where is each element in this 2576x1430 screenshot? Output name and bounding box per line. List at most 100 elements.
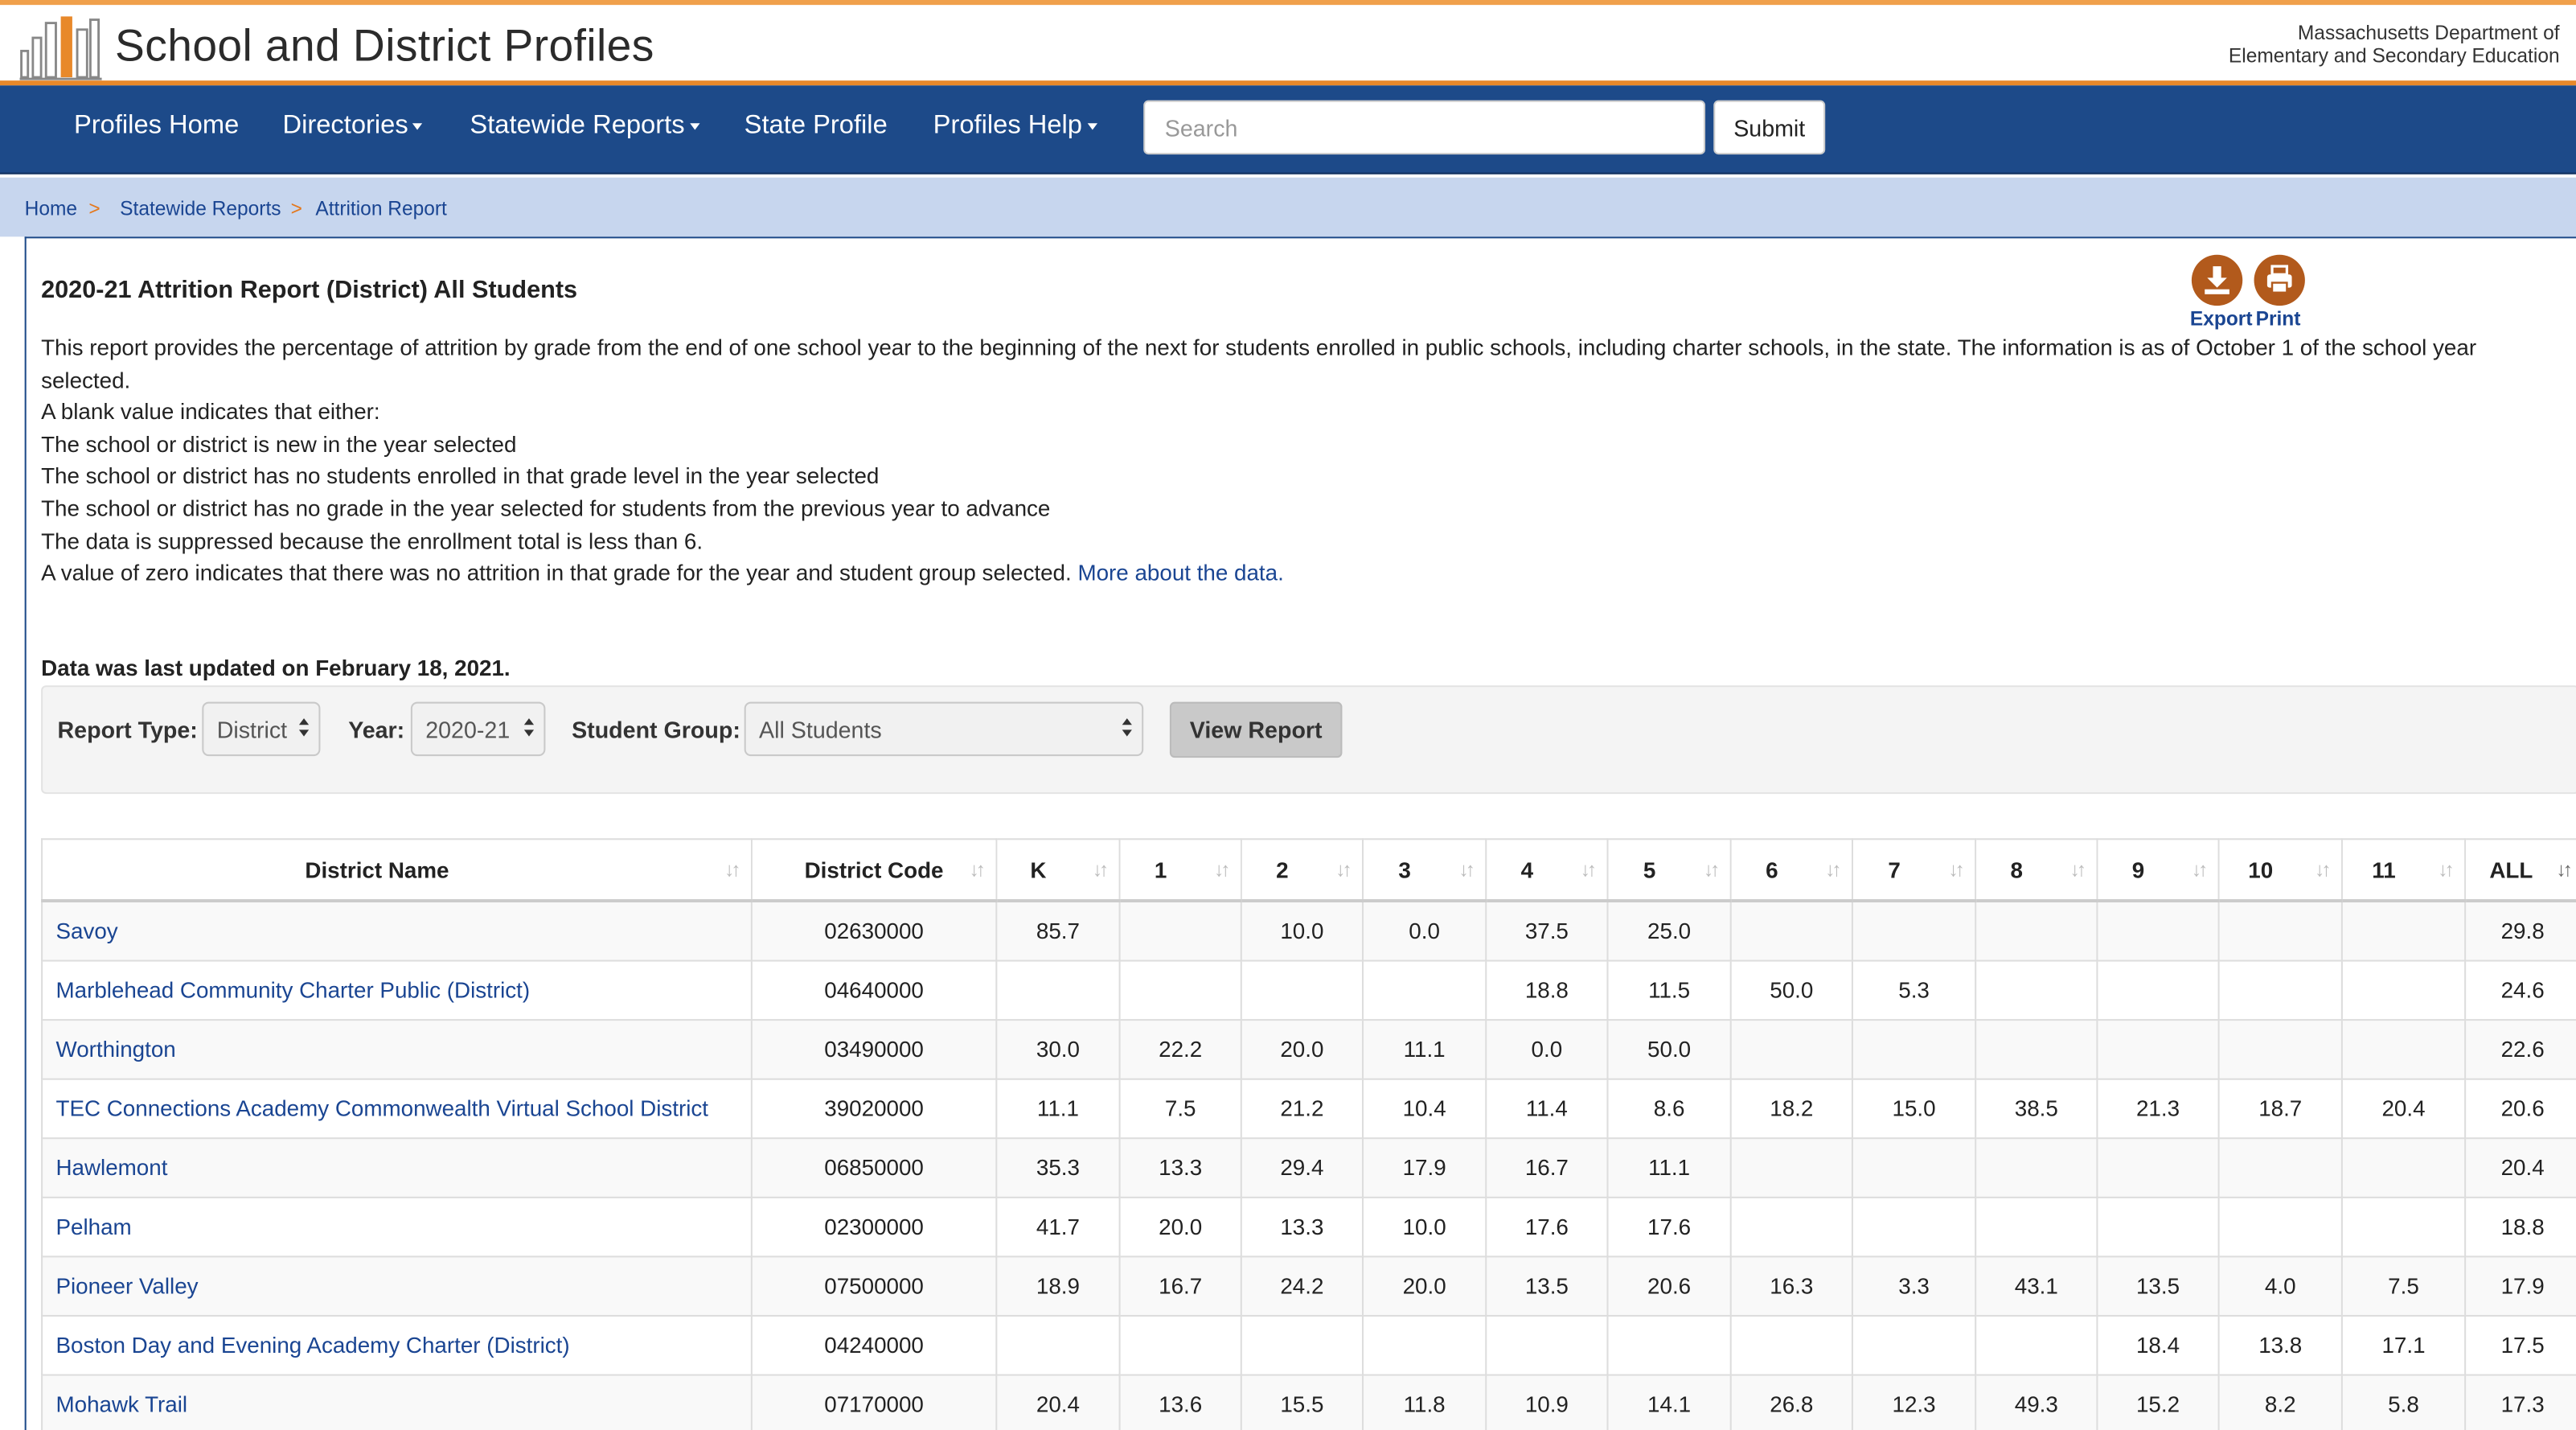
print-label[interactable]: Print <box>2256 307 2301 331</box>
breadcrumb-attrition-report[interactable]: Attrition Report <box>315 197 447 220</box>
column-header[interactable]: 7 ↓↑ <box>1851 838 1977 902</box>
column-header[interactable]: 5 ↓↑ <box>1606 838 1732 902</box>
attrition-cell: 21.3 <box>2096 1078 2220 1140</box>
attrition-cell: 18.9 <box>995 1255 1121 1317</box>
nav-profiles-home[interactable]: Profiles Home <box>74 112 239 142</box>
attrition-cell: 49.3 <box>1975 1374 2098 1430</box>
attrition-cell <box>2340 1196 2467 1258</box>
district-link[interactable]: Worthington <box>55 1038 175 1062</box>
sort-icon[interactable]: ↓↑ <box>1704 858 1720 881</box>
nav-state-profile[interactable]: State Profile <box>744 112 888 142</box>
attrition-cell <box>1361 1314 1487 1376</box>
sort-icon[interactable]: ↓↑ <box>1335 858 1352 881</box>
student-group-select[interactable]: All Students <box>744 701 1144 757</box>
nav-label: Directories <box>282 111 408 140</box>
select-arrows-icon <box>1122 718 1132 738</box>
sort-icon[interactable]: ↓↑ <box>1214 858 1230 881</box>
export-label[interactable]: Export <box>2190 307 2253 331</box>
district-code-cell: 02630000 <box>750 899 998 962</box>
nav-directories[interactable]: Directories <box>282 111 424 142</box>
district-link[interactable]: Savoy <box>55 918 117 943</box>
more-about-data-link[interactable]: More about the data. <box>1077 561 1283 586</box>
column-header[interactable]: 2 ↓↑ <box>1240 838 1364 902</box>
sort-icon[interactable]: ↓↑ <box>1948 858 1964 881</box>
column-header[interactable]: 10 ↓↑ <box>2217 838 2343 902</box>
column-header[interactable]: 1 ↓↑ <box>1118 838 1242 902</box>
attrition-cell: 17.6 <box>1485 1196 1609 1258</box>
attrition-cell: 18.2 <box>1729 1078 1853 1140</box>
sort-icon[interactable]: ↓↑ <box>2315 858 2331 881</box>
attrition-cell: 10.9 <box>1485 1374 1609 1430</box>
district-code-cell: 03490000 <box>750 1019 998 1080</box>
nav-profiles-help[interactable]: Profiles Help <box>933 112 1097 142</box>
sort-icon[interactable]: ↓↑ <box>2438 858 2454 881</box>
column-header[interactable]: 3 ↓↑ <box>1361 838 1487 902</box>
sort-icon[interactable]: ↓↑ <box>2192 858 2208 881</box>
column-header[interactable]: 4 ↓↑ <box>1485 838 1609 902</box>
column-header-label: 1 <box>1154 857 1167 882</box>
sort-icon[interactable]: ↓↑ <box>1581 858 1597 881</box>
attrition-cell <box>1975 899 2098 962</box>
year-select[interactable]: 2020-21 <box>410 701 546 757</box>
attrition-cell: 29.8 <box>2464 899 2576 962</box>
district-link[interactable]: Mohawk Trail <box>55 1392 187 1417</box>
attrition-cell <box>2217 1019 2343 1080</box>
site-title[interactable]: School and District Profiles <box>115 22 654 72</box>
caret-down-icon <box>412 122 424 129</box>
description-line: The school or district is new in the yea… <box>41 432 517 457</box>
attrition-cell <box>1729 899 1853 962</box>
sort-icon[interactable]: ↓↑ <box>2070 858 2086 881</box>
nav-statewide-reports[interactable]: Statewide Reports <box>470 112 699 142</box>
report-type-select[interactable]: District <box>202 701 321 757</box>
attrition-cell: 41.7 <box>995 1196 1121 1258</box>
agency-name[interactable]: Massachusetts Department of Elementary a… <box>2229 22 2560 68</box>
column-header[interactable]: 9 ↓↑ <box>2096 838 2220 902</box>
column-header[interactable]: District Name ↓↑ <box>41 838 753 902</box>
attrition-cell: 20.4 <box>2340 1078 2467 1140</box>
breadcrumb-statewide-reports[interactable]: Statewide Reports <box>120 197 281 220</box>
district-name-cell: Hawlemont <box>41 1137 753 1198</box>
bar-chart-logo-icon[interactable] <box>19 14 102 80</box>
district-link[interactable]: TEC Connections Academy Commonwealth Vir… <box>55 1096 708 1121</box>
table-row: TEC Connections Academy Commonwealth Vir… <box>41 1078 2576 1140</box>
column-header[interactable]: ALL ↓↑ <box>2464 838 2576 902</box>
attrition-cell: 37.5 <box>1485 899 1609 962</box>
student-group-value: All Students <box>759 717 882 743</box>
search-input[interactable] <box>1143 100 1706 155</box>
column-header[interactable]: District Code ↓↑ <box>750 838 998 902</box>
district-link[interactable]: Marblehead Community Charter Public (Dis… <box>55 978 530 1003</box>
description-line: The school or district has no students e… <box>41 464 880 489</box>
attrition-cell: 22.2 <box>1118 1019 1242 1080</box>
column-header-label: 6 <box>1766 857 1778 882</box>
download-icon[interactable] <box>2191 254 2243 306</box>
description-line: A blank value indicates that either: <box>41 400 380 425</box>
column-header[interactable]: 11 ↓↑ <box>2340 838 2467 902</box>
view-report-button[interactable]: View Report <box>1169 701 1343 758</box>
column-header[interactable]: 6 ↓↑ <box>1729 838 1853 902</box>
print-icon[interactable] <box>2254 254 2305 306</box>
attrition-cell: 10.0 <box>1240 899 1364 962</box>
attrition-cell: 10.0 <box>1361 1196 1487 1258</box>
sort-icon[interactable]: ↓↑ <box>724 858 740 881</box>
sort-icon[interactable]: ↓↑ <box>1459 858 1475 881</box>
column-header[interactable]: K ↓↑ <box>995 838 1121 902</box>
district-link[interactable]: Pelham <box>55 1214 131 1239</box>
sort-icon[interactable]: ↓↑ <box>1825 858 1841 881</box>
breadcrumb-home[interactable]: Home <box>25 197 77 220</box>
sort-icon[interactable]: ↓↑ <box>1093 858 1109 881</box>
attrition-cell <box>1851 1196 1977 1258</box>
attrition-cell: 30.0 <box>995 1019 1121 1080</box>
table-row: Worthington 03490000 30.0 22.2 20.0 11.1 0.0 50… <box>41 1019 2576 1080</box>
search-submit-button[interactable]: Submit <box>1713 100 1826 155</box>
district-name-cell: TEC Connections Academy Commonwealth Vir… <box>41 1078 753 1140</box>
sort-icon[interactable]: ↓↑ <box>970 858 986 881</box>
district-link[interactable]: Hawlemont <box>55 1156 167 1181</box>
year-value: 2020-21 <box>425 717 511 743</box>
district-link[interactable]: Boston Day and Evening Academy Charter (… <box>55 1333 569 1358</box>
attrition-cell <box>1118 899 1242 962</box>
attrition-cell: 15.5 <box>1240 1374 1364 1430</box>
column-header[interactable]: 8 ↓↑ <box>1975 838 2098 902</box>
attrition-cell: 50.0 <box>1729 959 1853 1021</box>
sort-desc-icon[interactable]: ↓↑ <box>2557 858 2573 881</box>
district-link[interactable]: Pioneer Valley <box>55 1274 198 1299</box>
